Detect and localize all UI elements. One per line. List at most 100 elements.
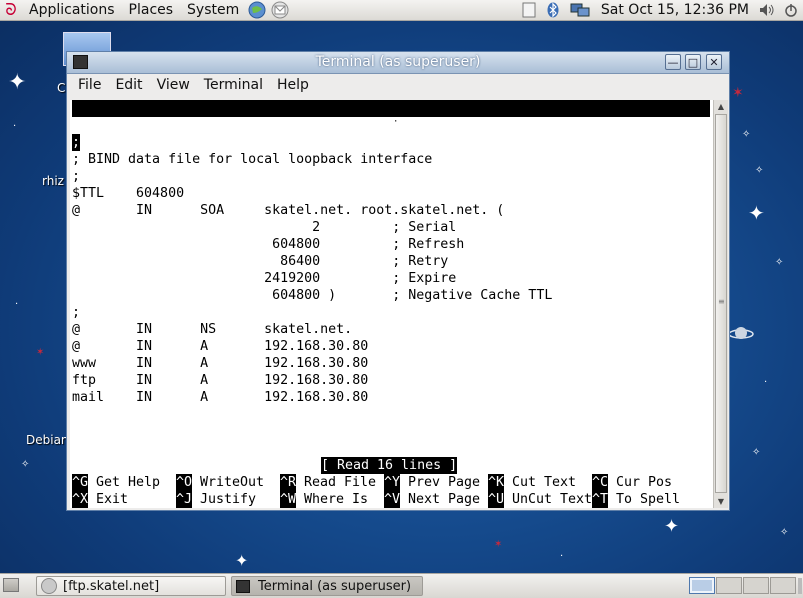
notes-applet-icon[interactable]	[521, 2, 537, 18]
shortcut-label: Cut Text	[512, 475, 577, 490]
menu-file[interactable]: File	[67, 77, 108, 93]
file-line: @ IN SOA skatel.net. root.skatel.net. (	[72, 203, 505, 218]
shortcut-label: Read File	[304, 475, 377, 490]
applications-menu[interactable]: Applications	[22, 0, 122, 20]
cursor-line: ;	[72, 134, 81, 151]
star-decoration: ✧	[780, 527, 789, 538]
nano-version: GNU nano 2.2.4	[120, 118, 249, 133]
workspace-4[interactable]	[770, 577, 796, 594]
star-decoration: ✶	[732, 85, 744, 101]
desktop-label-debian[interactable]: Debian	[26, 433, 69, 447]
file-line: 2419200 ; Expire	[72, 271, 457, 286]
scrollbar-thumb[interactable]: ≡	[715, 114, 727, 493]
nano-filename: File: db.skatel	[312, 135, 433, 150]
shortcut-label: Next Page	[408, 492, 481, 507]
file-line: ;	[72, 169, 81, 184]
menu-edit[interactable]: Edit	[108, 77, 149, 93]
workspace-1[interactable]	[689, 577, 715, 594]
shortcut-label: UnCut Text	[512, 492, 593, 507]
system-menu[interactable]: System	[180, 0, 246, 20]
shortcut-key: ^V	[384, 491, 401, 508]
shortcut-label: Prev Page	[408, 475, 481, 490]
scrollbar[interactable]: ▲ ≡ ▼	[713, 100, 728, 508]
star-decoration: ·	[764, 377, 768, 388]
file-line: 2 ; Serial	[72, 220, 457, 235]
menu-view[interactable]: View	[150, 77, 197, 93]
terminal-task-icon	[236, 579, 250, 593]
nano-dot: ·	[393, 117, 399, 127]
debian-logo-icon[interactable]: ᘐ	[0, 0, 22, 20]
volume-icon[interactable]	[759, 2, 775, 18]
trash-icon[interactable]	[798, 578, 802, 594]
star-decoration: ✧	[21, 459, 30, 470]
workspace-3[interactable]	[743, 577, 769, 594]
close-button[interactable]: ✕	[706, 54, 722, 70]
shutdown-icon[interactable]	[783, 2, 799, 18]
shortcut-key: ^K	[488, 474, 505, 491]
file-line: ftp IN A 192.168.30.80	[72, 373, 369, 388]
file-line: @ IN NS skatel.net.	[72, 322, 353, 337]
shortcut-key: ^C	[592, 474, 609, 491]
shortcut-key: ^R	[280, 474, 297, 491]
star-decoration: ✦	[235, 551, 249, 570]
shortcut-key: ^J	[176, 491, 193, 508]
star-decoration: ✧	[755, 165, 764, 176]
shortcut-key: ^W	[280, 491, 297, 508]
maximize-button[interactable]: □	[685, 54, 701, 70]
shortcut-key: ^G	[72, 474, 89, 491]
nano-header: GNU nano 2.2.4 File: db.skatel	[72, 100, 710, 150]
shortcut-label: Get Help	[96, 475, 161, 490]
task-ftp-browser[interactable]: [ftp.skatel.net]	[36, 576, 226, 596]
nano-status: [ Read 16 lines ]	[321, 457, 458, 474]
shortcut-key: ^X	[72, 491, 89, 508]
menu-bar: File Edit View Terminal Help	[67, 74, 729, 96]
bluetooth-icon[interactable]	[545, 2, 561, 18]
terminal-screen[interactable]: GNU nano 2.2.4 File: db.skatel · ;; BIND…	[70, 100, 713, 508]
scroll-up-arrow[interactable]: ▲	[714, 100, 728, 113]
bottom-panel: [ftp.skatel.net] Terminal (as superuser)	[0, 573, 803, 598]
mail-launcher-icon[interactable]	[268, 1, 292, 19]
web-browser-launcher-icon[interactable]	[246, 1, 268, 19]
workspace-2[interactable]	[716, 577, 742, 594]
file-line: 604800 ; Refresh	[72, 237, 465, 252]
browser-icon	[41, 578, 57, 594]
star-decoration: ✶	[36, 347, 45, 358]
planet-decoration	[728, 325, 754, 343]
task-label: [ftp.skatel.net]	[63, 578, 160, 594]
task-terminal[interactable]: Terminal (as superuser)	[231, 576, 423, 596]
star-decoration: ✦	[8, 70, 27, 95]
menu-help[interactable]: Help	[270, 77, 316, 93]
minimize-button[interactable]: —	[665, 54, 681, 70]
file-line: 86400 ; Retry	[72, 254, 449, 269]
places-menu[interactable]: Places	[122, 0, 181, 20]
star-decoration: ✧	[752, 447, 761, 458]
star-decoration: ·	[13, 121, 17, 132]
menu-terminal[interactable]: Terminal	[197, 77, 270, 93]
desktop-label-computer[interactable]: C	[57, 81, 65, 95]
shortcut-label: Justify	[200, 492, 257, 507]
window-title: Terminal (as superuser)	[315, 54, 481, 70]
scroll-down-arrow[interactable]: ▼	[714, 495, 728, 508]
file-line: ;	[72, 305, 81, 320]
shortcut-label: To Spell	[616, 492, 681, 507]
star-decoration: ✦	[748, 201, 765, 225]
star-decoration: ✧	[775, 257, 784, 268]
show-desktop-icon[interactable]	[3, 578, 19, 592]
file-line: 604800 ) ; Negative Cache TTL	[72, 288, 553, 303]
star-decoration: ✧	[742, 129, 751, 140]
desktop-label-home[interactable]: rhiz	[42, 174, 64, 188]
shortcut-key: ^U	[488, 491, 505, 508]
shortcut-label: WriteOut	[200, 475, 265, 490]
title-bar[interactable]: Terminal (as superuser) — □ ✕	[67, 52, 729, 74]
file-line: ; BIND data file for local loopback inte…	[72, 152, 433, 167]
shortcut-key: ^Y	[384, 474, 401, 491]
star-decoration: ·	[560, 551, 564, 562]
shortcut-label: Cur Pos	[616, 475, 673, 490]
clock[interactable]: Sat Oct 15, 12:36 PM	[595, 2, 755, 18]
top-panel: ᘐ Applications Places System Sat Oct 15,…	[0, 0, 803, 21]
shortcut-label: Where Is	[304, 492, 369, 507]
file-line: mail IN A 192.168.30.80	[72, 390, 369, 405]
task-label: Terminal (as superuser)	[258, 578, 412, 594]
network-icon[interactable]	[569, 2, 591, 18]
terminal-window: Terminal (as superuser) — □ ✕ File Edit …	[66, 51, 730, 511]
